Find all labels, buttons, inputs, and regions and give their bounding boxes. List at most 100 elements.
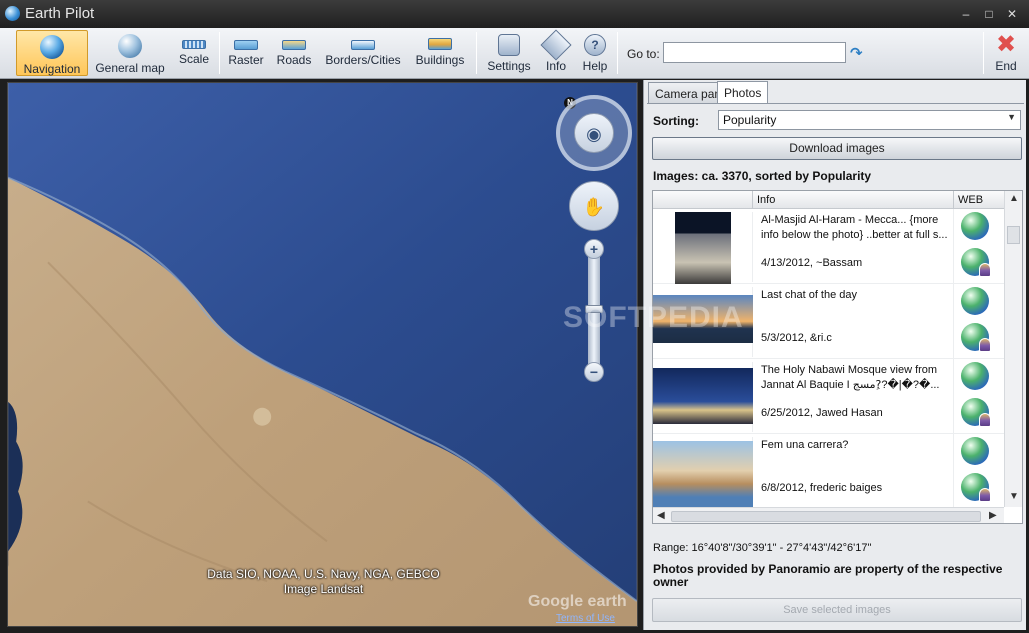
info-column-header[interactable]: Info [757,194,775,206]
download-images-button[interactable]: Download images [652,137,1022,160]
web-cell [953,284,1004,359]
buildings-icon [428,38,452,50]
globe-icon[interactable] [961,212,989,240]
chevron-down-icon: ▼ [1007,112,1016,122]
scale-label: Scale [178,52,210,66]
globe-icon[interactable] [961,362,989,390]
photo-meta: 6/25/2012, Jawed Hasan [761,407,883,419]
borders-cities-button[interactable]: Borders/Cities [322,30,404,76]
globe-icon[interactable] [961,437,989,465]
photo-title: Fem una carrera? [761,439,849,451]
settings-icon [498,34,520,56]
scroll-down-icon[interactable]: ▼ [1009,491,1019,502]
horizontal-scrollbar[interactable]: ◀ ▶ [653,507,1004,523]
photo-row[interactable]: Al-Masjid Al-Haram - Mecca... {more info… [653,209,1004,284]
zoom-in-button[interactable]: + [584,239,604,259]
roads-icon [282,40,306,50]
globe-icon[interactable] [961,287,989,315]
sorting-label: Sorting: [653,114,699,128]
photo-title: Al-Masjid Al-Haram - Mecca... {more info… [761,214,948,241]
close-x-icon: ✖ [995,31,1017,58]
raster-button[interactable]: Raster [225,30,267,76]
look-around-ring[interactable]: ◉ [556,95,632,171]
horizontal-scroll-thumb[interactable] [671,511,981,522]
map-view[interactable]: N ◉ ✋ + − Data SIO, NOAA, U.S. Navy, NGA… [7,82,638,627]
buildings-button[interactable]: Buildings [411,30,469,76]
general-map-label: General map [95,61,165,75]
settings-button[interactable]: Settings [483,30,535,76]
save-selected-images-button[interactable]: Save selected images [652,598,1022,622]
sorting-value: Popularity [723,113,777,127]
scroll-right-icon[interactable]: ▶ [989,510,997,521]
title-bar: Earth Pilot – □ ✕ [0,0,1029,28]
end-label: End [995,59,1017,73]
photo-meta: 6/8/2012, frederic baiges [761,482,883,494]
photos-panel: Camera pan Photos Sorting: Popularity ▼ … [643,80,1026,630]
info-icon [540,29,572,61]
navigation-button[interactable]: Navigation [16,30,88,76]
globe-user-icon[interactable] [961,473,991,502]
goto-input[interactable] [663,42,846,63]
eye-icon[interactable]: ◉ [574,113,614,153]
toolbar-separator [983,32,984,74]
toolbar-separator [476,32,477,74]
globe-user-icon[interactable] [961,248,991,277]
vertical-scroll-thumb[interactable] [1007,226,1020,244]
main-toolbar: Navigation General map Scale Raster Road… [0,28,1029,79]
images-count: Images: ca. 3370, sorted by Popularity [653,169,872,183]
minimize-button[interactable]: – [958,6,974,22]
sorting-select[interactable]: Popularity ▼ [718,110,1021,130]
maximize-button[interactable]: □ [981,6,997,22]
zoom-out-button[interactable]: − [584,362,604,382]
settings-label: Settings [487,59,531,73]
help-button[interactable]: ? Help [578,30,612,76]
info-button[interactable]: Info [540,29,572,76]
roads-button[interactable]: Roads [273,30,315,76]
scale-button[interactable]: Scale [174,30,214,76]
photo-meta: 5/3/2012, &ri.c [761,332,832,344]
photo-row[interactable]: Fem una carrera? 6/8/2012, frederic baig… [653,434,1004,509]
raster-label: Raster [228,53,264,67]
person-icon [979,338,991,352]
pan-hand-icon[interactable]: ✋ [569,181,619,231]
toolbar-separator [617,32,618,74]
photo-thumbnail-cell[interactable] [653,437,753,507]
raster-icon [234,40,258,50]
general-map-button[interactable]: General map [94,30,166,76]
help-label: Help [582,59,608,73]
navigation-label: Navigation [23,62,81,76]
photo-title: Last chat of the day [761,289,858,301]
ruler-icon [182,40,206,49]
scroll-left-icon[interactable]: ◀ [657,510,665,521]
photo-thumbnail[interactable] [653,441,753,507]
borders-cities-icon [351,40,375,50]
help-icon: ? [584,34,606,56]
toolbar-separator [219,32,220,74]
range-readout: Range: 16°40'8"/30°39'1" - 27°4'43"/42°6… [653,542,872,554]
globe-user-icon[interactable] [961,323,991,352]
vertical-scrollbar[interactable]: ▲ ▼ [1004,191,1022,507]
photo-thumbnail-cell[interactable] [653,362,753,432]
borders-cities-label: Borders/Cities [325,53,401,67]
photo-title: The Holy Nabawi Mosque view from Jannat … [761,364,940,391]
close-window-button[interactable]: ✕ [1004,6,1020,22]
web-cell [953,209,1004,284]
web-column-header[interactable]: WEB [953,191,1004,209]
photo-thumbnail[interactable] [675,212,731,284]
tab-photos[interactable]: Photos [717,81,769,105]
scroll-up-icon[interactable]: ▲ [1009,193,1019,204]
terms-of-use-link[interactable]: Terms of Use [556,613,615,624]
panoramio-credit: Photos provided by Panoramio are propert… [653,562,1003,589]
globe-navigation-icon [40,35,64,59]
photos-grid: Info WEB Al-Masjid Al-Haram - Mecca... {… [652,190,1023,524]
photo-thumbnail-cell[interactable] [653,212,753,284]
end-button[interactable]: ✖ End [988,30,1024,76]
web-cell [953,359,1004,434]
window-title: Earth Pilot [25,5,95,22]
photo-row[interactable]: The Holy Nabawi Mosque view from Jannat … [653,359,1004,434]
photo-meta: 4/13/2012, ~Bassam [761,257,863,269]
globe-user-icon[interactable] [961,398,991,427]
photos-tab-body: Sorting: Popularity ▼ Download images Im… [647,103,1024,627]
photo-thumbnail[interactable] [653,368,753,424]
goto-arrow-icon[interactable]: ↷ [850,44,866,62]
